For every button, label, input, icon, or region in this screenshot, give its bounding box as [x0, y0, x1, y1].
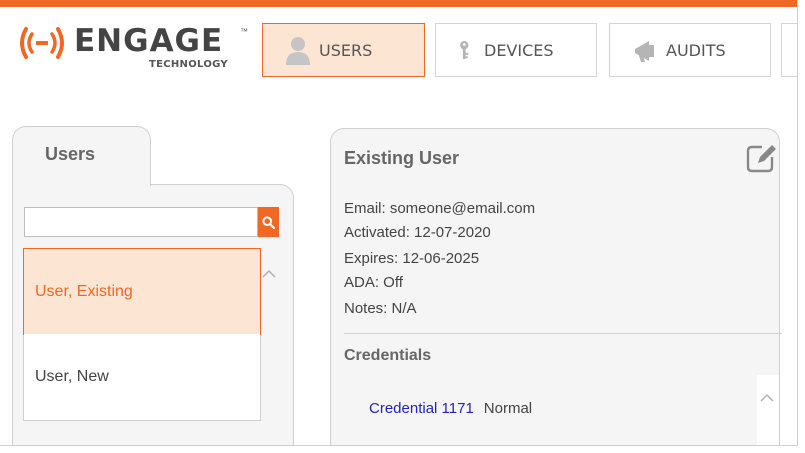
detail-email: Email: someone@email.com: [344, 200, 536, 217]
users-panel-tab[interactable]: Users: [12, 126, 151, 186]
engage-logo-mark-icon: [20, 27, 64, 59]
chevron-up-icon[interactable]: [262, 268, 276, 278]
key-icon: [460, 41, 469, 59]
list-item-label: User, Existing: [35, 282, 133, 300]
edit-icon[interactable]: [744, 141, 778, 175]
detail-expires: Expires: 12-06-2025: [344, 250, 480, 267]
nav-tab-users[interactable]: USERS: [262, 23, 425, 77]
credential-row: Credential 1171 Normal: [369, 400, 532, 417]
search-button[interactable]: [258, 207, 279, 237]
engage-logo: ENGAGE ™ TECHNOLOGY: [16, 23, 251, 75]
credentials-heading: Credentials: [344, 347, 432, 364]
nav-tab-more[interactable]: [781, 23, 797, 77]
app-window: ENGAGE ™ TECHNOLOGY USERS DEVICES AUDITS: [0, 0, 798, 446]
user-detail-title: Existing User: [344, 148, 460, 168]
detail-notes: Notes: N/A: [344, 300, 417, 317]
user-icon: [286, 37, 310, 65]
nav-tab-label: DEVICES: [484, 40, 554, 60]
credential-status: Normal: [483, 400, 533, 417]
chevron-up-icon[interactable]: [760, 392, 774, 402]
detail-activated: Activated: 12-07-2020: [344, 224, 491, 241]
logo-subtitle: TECHNOLOGY: [149, 59, 228, 70]
detail-divider: [344, 333, 782, 334]
credential-link[interactable]: Credential 1171: [369, 400, 474, 417]
list-item-user-new[interactable]: User, New: [24, 334, 260, 421]
users-panel-tab-label: Users: [45, 144, 96, 164]
credentials-scrollbar[interactable]: [757, 375, 779, 445]
nav-tab-label: USERS: [319, 40, 373, 60]
megaphone-icon: [635, 41, 654, 62]
user-search-input[interactable]: [24, 207, 258, 237]
list-item-label: User, New: [35, 368, 109, 385]
panel-tab-join: [13, 180, 150, 188]
logo-wordmark: ENGAGE: [74, 23, 224, 59]
detail-ada: ADA: Off: [344, 274, 403, 291]
list-item-user-existing[interactable]: User, Existing: [23, 248, 261, 335]
nav-tab-devices[interactable]: DEVICES: [435, 23, 597, 77]
search-icon: [262, 215, 275, 229]
top-accent-bar: [0, 0, 797, 7]
user-list: User, Existing User, New: [23, 248, 261, 421]
nav-tab-label: AUDITS: [666, 40, 726, 60]
logo-trademark: ™: [240, 27, 248, 36]
nav-tab-audits[interactable]: AUDITS: [609, 23, 771, 77]
